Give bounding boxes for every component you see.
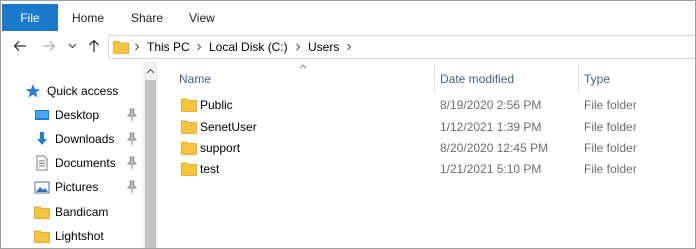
breadcrumb-users[interactable]: Users	[308, 36, 339, 58]
nav-scrollbar[interactable]	[143, 62, 158, 248]
file-type: File folder	[584, 119, 637, 134]
chevron-right-icon[interactable]	[346, 36, 352, 58]
folder-icon	[181, 98, 197, 112]
table-row[interactable]: Public 8/19/2020 2:56 PM File folder	[175, 94, 685, 115]
ribbon-tabs: File Home Share View	[1, 1, 695, 31]
nav-item-pictures[interactable]: Pictures	[1, 176, 143, 198]
documents-icon	[36, 155, 48, 171]
folder-icon	[34, 230, 50, 243]
nav-item-label: Pictures	[55, 180, 99, 194]
forward-arrow-icon	[43, 41, 56, 51]
nav-item-label: Downloads	[55, 132, 115, 146]
file-date-modified: 8/20/2020 12:45 PM	[440, 140, 549, 155]
file-type: File folder	[584, 140, 637, 155]
back-arrow-icon	[13, 41, 26, 51]
table-row[interactable]: SenetUser 1/12/2021 1:39 PM File folder	[175, 116, 685, 137]
folder-icon	[113, 41, 129, 54]
file-name: SenetUser	[200, 119, 257, 134]
pin-icon[interactable]	[126, 156, 138, 170]
nav-item-bandicam[interactable]: Bandicam	[1, 201, 143, 223]
pin-icon[interactable]	[126, 180, 138, 194]
chevron-right-icon[interactable]	[295, 36, 301, 58]
nav-item-documents[interactable]: Documents	[1, 152, 143, 174]
tab-share[interactable]: Share	[131, 4, 163, 31]
pictures-icon	[34, 181, 50, 194]
tab-home[interactable]: Home	[72, 4, 104, 31]
table-row[interactable]: support 8/20/2020 12:45 PM File folder	[175, 137, 685, 158]
nav-item-label: Lightshot	[55, 229, 104, 243]
file-type: File folder	[584, 161, 637, 176]
file-list-pane: Name Date modified Type Public 8/19/2020…	[159, 62, 695, 248]
address-row: This PC Local Disk (C:) Users	[1, 31, 695, 62]
forward-button[interactable]	[39, 36, 59, 56]
pin-icon[interactable]	[126, 132, 138, 146]
explorer-window: File Home Share View This PC Local Disk …	[0, 0, 696, 249]
recent-locations-button[interactable]	[65, 36, 79, 56]
folder-icon	[181, 162, 197, 176]
column-header-type[interactable]: Type	[584, 66, 610, 92]
nav-item-downloads[interactable]: Downloads	[1, 128, 143, 150]
address-bar[interactable]: This PC Local Disk (C:) Users	[108, 35, 695, 59]
file-name: support	[200, 140, 241, 155]
tab-view[interactable]: View	[189, 4, 215, 31]
up-button[interactable]	[85, 36, 103, 56]
column-divider[interactable]	[434, 64, 435, 94]
folder-icon	[181, 120, 197, 134]
chevron-down-icon	[68, 43, 76, 49]
folder-icon	[34, 206, 50, 219]
file-type: File folder	[584, 97, 637, 112]
sort-ascending-icon	[299, 64, 307, 69]
chevron-right-icon[interactable]	[196, 36, 202, 58]
pin-icon[interactable]	[126, 108, 138, 122]
nav-item-label: Quick access	[47, 84, 119, 98]
file-date-modified: 1/21/2021 5:10 PM	[440, 161, 542, 176]
breadcrumb-this-pc[interactable]: This PC	[147, 36, 190, 58]
nav-item-lightshot[interactable]: Lightshot	[1, 225, 143, 247]
nav-item-desktop[interactable]: Desktop	[1, 104, 143, 126]
file-name: Public	[200, 97, 233, 112]
column-header-date-modified[interactable]: Date modified	[440, 66, 514, 92]
up-arrow-icon	[89, 39, 99, 52]
table-row[interactable]: test 1/21/2021 5:10 PM File folder	[175, 158, 685, 179]
nav-item-label: Desktop	[55, 108, 100, 122]
file-name: test	[200, 161, 220, 176]
chevron-right-icon[interactable]	[134, 36, 140, 58]
tab-file[interactable]: File	[2, 4, 58, 31]
star-icon	[25, 84, 41, 98]
download-icon	[37, 132, 47, 145]
scrollbar-thumb[interactable]	[145, 80, 156, 248]
breadcrumb-local-disk[interactable]: Local Disk (C:)	[209, 36, 288, 58]
nav-item-label: Bandicam	[55, 205, 109, 219]
file-date-modified: 8/19/2020 2:56 PM	[440, 97, 542, 112]
folder-icon	[181, 141, 197, 155]
back-button[interactable]	[10, 36, 30, 56]
desktop-icon	[35, 110, 49, 120]
navigation-pane: Quick access Desktop Downloads Documents…	[1, 62, 159, 248]
column-divider[interactable]	[578, 64, 579, 94]
scroll-up-icon[interactable]	[143, 62, 158, 79]
nav-item-label: Documents	[55, 156, 116, 170]
file-date-modified: 1/12/2021 1:39 PM	[440, 119, 542, 134]
column-header-name[interactable]: Name	[179, 66, 211, 92]
nav-item-quick-access[interactable]: Quick access	[1, 80, 143, 102]
